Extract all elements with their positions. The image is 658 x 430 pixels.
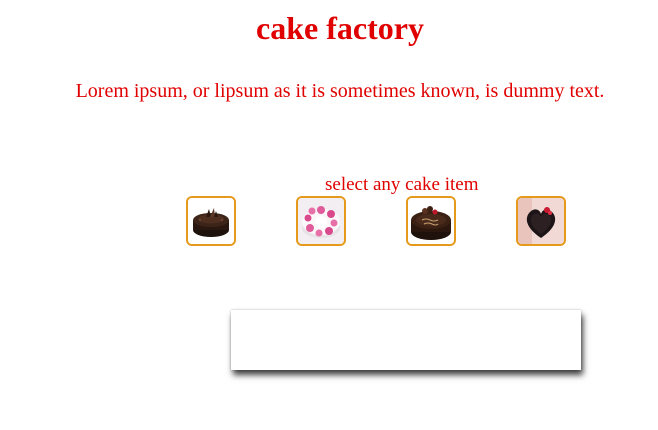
page-title: cake factory — [256, 10, 424, 46]
cake-item-pink-cream[interactable] — [296, 196, 346, 246]
cake-item-chocolate[interactable] — [186, 196, 236, 246]
heart-cake-icon — [518, 198, 564, 244]
page: cake factory Lorem ipsum, or lipsum as i… — [0, 0, 658, 430]
intro-text: Lorem ipsum, or lipsum as it is sometime… — [75, 80, 605, 102]
birthday-cake-icon — [408, 198, 454, 244]
selected-cake-display-box — [231, 310, 581, 370]
select-prompt: select any cake item — [325, 174, 479, 195]
cake-item-heart[interactable] — [516, 196, 566, 246]
pink-cream-cake-icon — [298, 198, 344, 244]
cake-item-birthday[interactable] — [406, 196, 456, 246]
chocolate-cake-icon — [188, 198, 234, 244]
